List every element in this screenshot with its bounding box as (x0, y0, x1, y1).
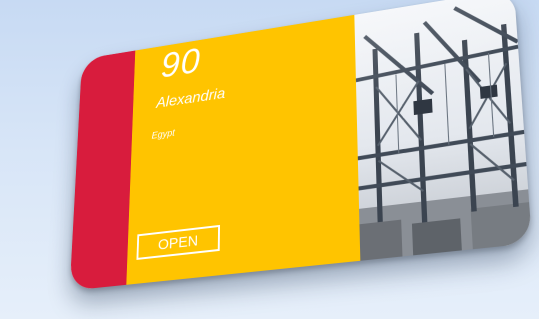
city-name: Alexandria (156, 85, 226, 112)
open-button[interactable]: OPEN (136, 224, 221, 260)
port-count: 90 (160, 41, 202, 86)
port-cranes-image (354, 0, 533, 261)
port-card[interactable]: 90 Alexandria Egypt OPEN (69, 0, 533, 291)
info-panel: 90 Alexandria Egypt OPEN (126, 14, 361, 285)
cranes-illustration (354, 0, 533, 261)
accent-stripe (69, 50, 136, 291)
stage: 90 Alexandria Egypt OPEN (0, 0, 539, 319)
country-name: Egypt (151, 128, 175, 142)
